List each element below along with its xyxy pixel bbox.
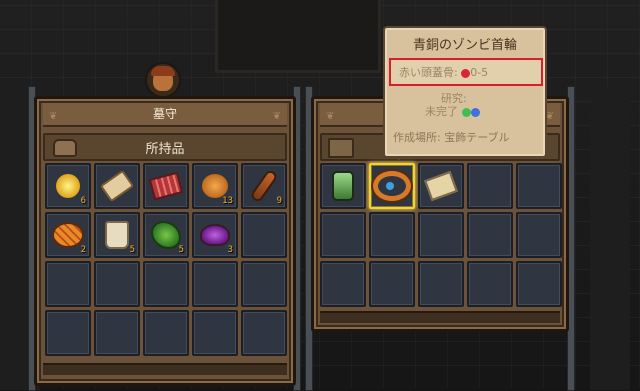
tooltip-title: 青銅のゾンビ首輪 bbox=[412, 38, 517, 53]
inventory-slot[interactable] bbox=[143, 310, 189, 356]
owner-name: 墓守 bbox=[152, 107, 177, 121]
bread-icon bbox=[202, 174, 228, 198]
inventory-slot[interactable] bbox=[320, 212, 366, 258]
inventory-slot[interactable] bbox=[241, 212, 287, 258]
inventory-bottom-strip bbox=[43, 363, 287, 375]
inventory-slot[interactable]: 5 bbox=[94, 212, 140, 258]
requirement-range: 0-5 bbox=[470, 66, 489, 79]
inventory-slot[interactable] bbox=[467, 212, 513, 258]
inventory-slot[interactable] bbox=[192, 310, 238, 356]
inventory-slot[interactable] bbox=[418, 212, 464, 258]
chest-icon bbox=[328, 138, 354, 158]
kebab-icon bbox=[252, 171, 276, 201]
item-quantity: 6 bbox=[80, 196, 86, 206]
background-pillar-right bbox=[590, 90, 630, 390]
inventory-slot[interactable] bbox=[467, 163, 513, 209]
inventory-section-bar: 所持品 bbox=[43, 133, 287, 161]
inventory-slot[interactable] bbox=[94, 163, 140, 209]
inventory-slot[interactable] bbox=[192, 261, 238, 307]
inventory-slot[interactable] bbox=[143, 261, 189, 307]
inventory-slot[interactable]: 6 bbox=[45, 163, 91, 209]
inventory-slot[interactable]: 2 bbox=[45, 212, 91, 258]
inventory-slot[interactable]: 3 bbox=[192, 212, 238, 258]
item-quantity: 2 bbox=[80, 245, 86, 255]
green-gem-icon bbox=[461, 107, 471, 117]
background-doorway bbox=[215, 0, 381, 73]
inventory-slot[interactable] bbox=[320, 261, 366, 307]
inventory-slot[interactable] bbox=[94, 261, 140, 307]
item-quantity: 13 bbox=[222, 196, 233, 206]
inventory-section-title: 所持品 bbox=[145, 142, 185, 157]
inventory-grid: 6 13 9 2 5 5 3 bbox=[45, 163, 287, 356]
inventory-slot[interactable] bbox=[369, 212, 415, 258]
item-tooltip: 青銅のゾンビ首輪 赤い頭蓋骨: 0-5 研究: 未完了 作成場所: 宝飾テーブル bbox=[383, 26, 547, 158]
meat-slab-icon bbox=[148, 171, 184, 201]
potion-bowl-icon bbox=[200, 224, 230, 246]
inventory-slot[interactable] bbox=[418, 163, 464, 209]
inventory-header: ❦ 墓守 ❦ bbox=[43, 103, 287, 127]
crafting-grid bbox=[320, 163, 562, 307]
item-quantity: 9 bbox=[276, 196, 282, 206]
cup-icon bbox=[105, 221, 129, 249]
gold-coin-icon bbox=[56, 174, 80, 198]
inventory-slot[interactable] bbox=[241, 310, 287, 356]
herb-icon bbox=[151, 221, 181, 249]
green-jar-icon bbox=[332, 171, 354, 201]
inventory-slot[interactable] bbox=[94, 310, 140, 356]
inventory-slot[interactable] bbox=[369, 163, 415, 209]
inventory-slot[interactable] bbox=[418, 261, 464, 307]
inventory-panel: ❦ 墓守 ❦ 所持品 6 13 9 2 5 5 3 bbox=[34, 96, 296, 386]
hair-icon bbox=[151, 66, 175, 76]
inventory-slot[interactable] bbox=[516, 212, 562, 258]
craft-place: 作成場所: 宝飾テーブル bbox=[393, 131, 510, 144]
crafting-bottom-strip bbox=[320, 311, 560, 323]
inventory-slot[interactable]: 13 bbox=[192, 163, 238, 209]
inventory-slot[interactable] bbox=[320, 163, 366, 209]
inventory-slot[interactable] bbox=[516, 261, 562, 307]
scroll-icon bbox=[99, 169, 135, 203]
inventory-slot[interactable]: 5 bbox=[143, 212, 189, 258]
red-skull-icon bbox=[461, 68, 471, 78]
requirement-label: 赤い頭蓋骨: bbox=[399, 66, 462, 79]
pie-icon bbox=[52, 222, 84, 248]
inventory-slot[interactable]: 9 bbox=[241, 163, 287, 209]
owner-portrait[interactable] bbox=[145, 62, 181, 98]
inventory-slot[interactable] bbox=[143, 163, 189, 209]
research-status: 未完了 bbox=[425, 105, 458, 118]
blue-gem-icon bbox=[470, 107, 480, 117]
item-quantity: 5 bbox=[129, 245, 135, 255]
paper-note-icon bbox=[424, 170, 458, 202]
inventory-slot[interactable] bbox=[369, 261, 415, 307]
requirement-highlight: 赤い頭蓋骨: 0-5 bbox=[389, 58, 543, 86]
item-quantity: 3 bbox=[227, 245, 233, 255]
inventory-slot[interactable] bbox=[516, 163, 562, 209]
bronze-collar-icon bbox=[373, 171, 411, 201]
ornament-left: ❦ bbox=[326, 111, 335, 122]
ornament-right: ❦ bbox=[272, 111, 281, 122]
inventory-slot[interactable] bbox=[45, 310, 91, 356]
item-quantity: 5 bbox=[178, 245, 184, 255]
inventory-slot[interactable] bbox=[45, 261, 91, 307]
inventory-slot[interactable] bbox=[241, 261, 287, 307]
inventory-slot[interactable] bbox=[467, 261, 513, 307]
